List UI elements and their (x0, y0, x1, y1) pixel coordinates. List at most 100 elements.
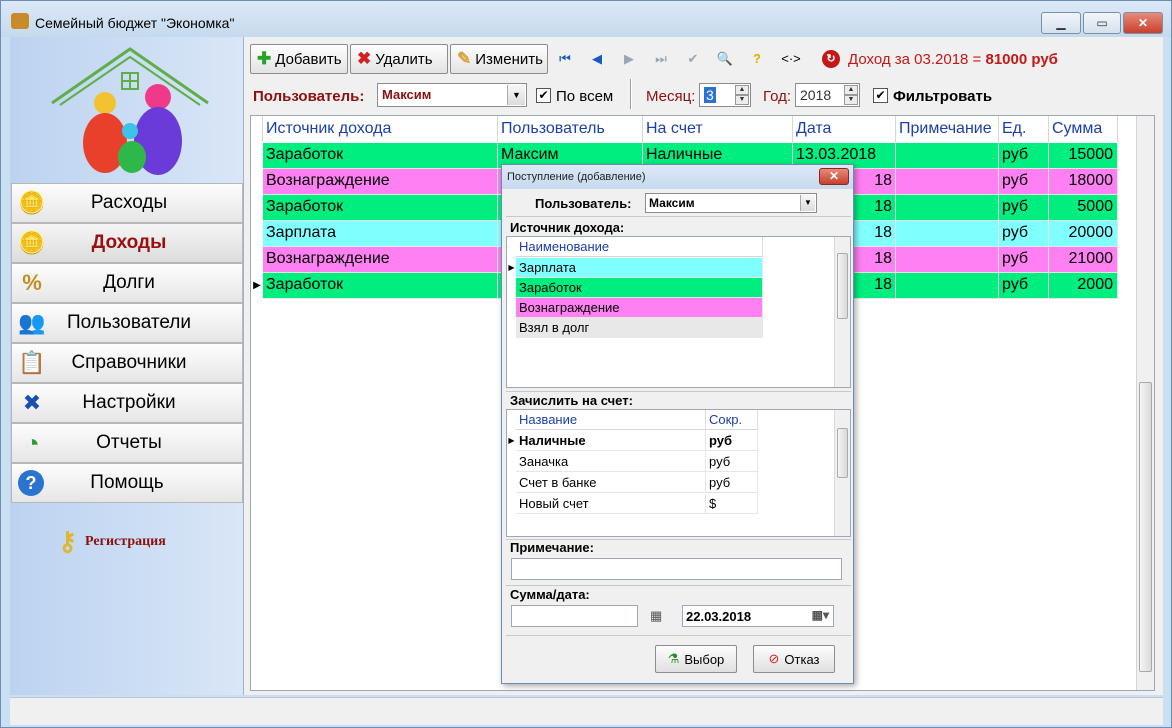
expand-icon[interactable]: <·> (778, 49, 804, 69)
nav-help-label: Помощь (90, 472, 164, 493)
filter-checkbox[interactable]: ✔ (873, 88, 888, 103)
account-scrollbar[interactable] (834, 410, 850, 536)
account-list-item[interactable]: Новый счет $ (507, 494, 758, 514)
nav-settings[interactable]: ✖ Настройки (11, 383, 243, 423)
maximize-button[interactable]: ▭ (1083, 12, 1121, 34)
note-label: Примечание: (510, 540, 594, 555)
filter-separator (630, 79, 632, 109)
source-list-item[interactable]: Вознаграждение (507, 298, 763, 318)
cell-note (896, 195, 999, 221)
spin-up-icon[interactable]: ▲ (844, 85, 858, 95)
ok-button[interactable]: ⚗ Выбор (655, 645, 737, 673)
account-label: Зачислить на счет: (510, 393, 633, 408)
nav-reports[interactable]: ◔ Отчеты (11, 423, 243, 463)
row-indicator (507, 473, 516, 493)
nav-users[interactable]: 👥 Пользователи (11, 303, 243, 343)
dialog-close-button[interactable]: ✕ (819, 168, 849, 185)
date-picker[interactable]: 22.03.2018 ▦▾ (682, 605, 834, 627)
user-select-value: Максим (382, 87, 432, 102)
close-button[interactable]: ✕ (1123, 12, 1163, 34)
help-question-icon[interactable]: ? (746, 49, 768, 69)
spin-down-icon[interactable]: ▼ (735, 95, 749, 105)
row-indicator (251, 247, 263, 273)
col-unit[interactable]: Ед. (999, 116, 1049, 142)
house-family-logo (51, 47, 209, 175)
scrollbar-thumb[interactable] (1139, 382, 1152, 672)
pie-chart-icon: ◔ (24, 427, 40, 458)
delete-button-label: Удалить (375, 50, 433, 68)
edit-button[interactable]: ✎ Изменить (450, 44, 548, 74)
spin-up-icon[interactable]: ▲ (735, 85, 749, 95)
header-indicator (251, 116, 263, 142)
source-list-item[interactable]: Взял в долг (507, 318, 763, 338)
source-col-name[interactable]: Наименование (516, 237, 763, 256)
registration-link[interactable]: ⚷ Регистрация (58, 527, 166, 557)
confirm-icon[interactable]: ✔ (682, 49, 704, 69)
account-list-item[interactable]: Счет в банке руб (507, 473, 758, 493)
col-date[interactable]: Дата (793, 116, 896, 142)
source-name: Вознаграждение (516, 298, 763, 318)
last-record-icon[interactable]: ⏭ (650, 49, 672, 69)
year-label: Год: (763, 88, 792, 105)
month-label: Месяц: (646, 88, 696, 105)
cell-amount: 5000 (1049, 195, 1118, 221)
delete-button[interactable]: ✖ Удалить (350, 44, 448, 74)
nav-income[interactable]: 🪙 Доходы (11, 223, 243, 263)
user-select[interactable]: Максим ▼ (377, 83, 527, 107)
sum-label: Сумма/дата: (510, 587, 590, 602)
cancel-button[interactable]: ⊘ Отказ (753, 645, 835, 673)
year-spinner[interactable]: 2018 ▲ ▼ (795, 83, 860, 107)
account-abbr: $ (706, 494, 758, 514)
cell-unit: руб (999, 195, 1049, 221)
sidebar: 🪙 Расходы 🪙 Доходы % Долги 👥 Пользовател… (10, 37, 244, 695)
source-label: Источник дохода: (510, 220, 625, 235)
account-name: Наличные (516, 431, 706, 451)
month-spinner[interactable]: 3 ▲ ▼ (699, 83, 751, 107)
sum-input[interactable] (511, 605, 638, 627)
prev-record-icon[interactable]: ◀ (586, 49, 608, 69)
account-name: Новый счет (516, 494, 706, 514)
source-name: Зарплата (516, 258, 763, 278)
account-list-item[interactable]: ▶ Наличные руб (507, 431, 758, 451)
col-account[interactable]: На счет (643, 116, 793, 142)
search-icon[interactable]: 🔍 (714, 49, 736, 69)
nav-expenses[interactable]: 🪙 Расходы (11, 183, 243, 223)
source-list-item[interactable]: Заработок (507, 278, 763, 298)
calculator-icon[interactable]: ▦ (650, 608, 662, 624)
col-user[interactable]: Пользователь (498, 116, 643, 142)
note-input[interactable] (511, 558, 842, 580)
col-source[interactable]: Источник дохода (263, 116, 498, 142)
spin-down-icon[interactable]: ▼ (844, 95, 858, 105)
scrollbar-thumb[interactable] (837, 253, 848, 319)
nav-references[interactable]: 📋 Справочники (11, 343, 243, 383)
all-users-checkbox[interactable]: ✔ (536, 88, 551, 103)
table-scrollbar[interactable] (1136, 116, 1154, 690)
nav-debts-label: Долги (103, 272, 155, 293)
nav-settings-label: Настройки (82, 392, 176, 413)
cell-source: Заработок (263, 143, 498, 169)
dialog-user-select[interactable]: Максим ▼ (645, 193, 817, 213)
nav-reports-label: Отчеты (96, 432, 162, 453)
account-list-item[interactable]: Заначка руб (507, 452, 758, 472)
delete-x-icon: ✖ (357, 49, 372, 68)
date-value: 22.03.2018 (686, 609, 752, 624)
account-abbr: руб (706, 452, 758, 472)
calendar-icon[interactable]: ▦▾ (812, 608, 829, 622)
minimize-button[interactable]: ▁ (1041, 12, 1081, 34)
nav-users-label: Пользователи (66, 312, 191, 333)
edit-button-label: Изменить (475, 50, 543, 68)
account-col-abbr[interactable]: Сокр. (706, 410, 758, 429)
source-list-item[interactable]: ▶ Зарплата (507, 258, 763, 278)
add-button[interactable]: ✚ Добавить (250, 44, 348, 74)
col-note[interactable]: Примечание (896, 116, 999, 142)
pencil-icon: ✎ (457, 49, 472, 68)
nav-income-label: Доходы (91, 232, 167, 253)
col-amount[interactable]: Сумма (1049, 116, 1118, 142)
source-scrollbar[interactable] (834, 237, 850, 387)
first-record-icon[interactable]: ⏮ (554, 49, 576, 69)
next-record-icon[interactable]: ▶ (618, 49, 640, 69)
nav-debts[interactable]: % Долги (11, 263, 243, 303)
scrollbar-thumb[interactable] (837, 428, 848, 478)
account-col-name[interactable]: Название (516, 410, 706, 429)
nav-help[interactable]: ? Помощь (11, 463, 243, 503)
